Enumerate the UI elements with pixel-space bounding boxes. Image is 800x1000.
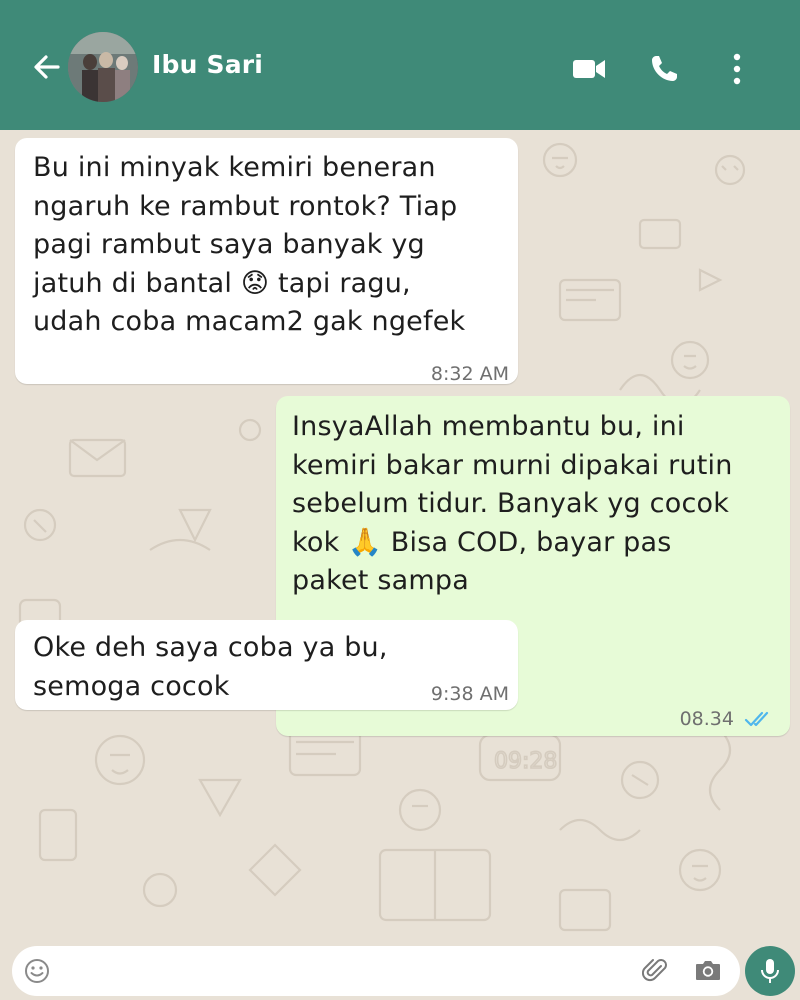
camera-icon[interactable] (694, 957, 722, 983)
more-vertical-icon[interactable] (727, 52, 747, 86)
message-time: 9:38 AM (430, 683, 509, 705)
message-bubble-incoming[interactable]: Bu ini minyak kemiri beneran ngaruh ke r… (15, 138, 518, 385)
message-bubble-incoming[interactable]: Oke deh saya coba ya bu, semoga cocok 9:… (15, 620, 518, 710)
contact-name[interactable]: Ibu Sari (152, 50, 263, 79)
paperclip-icon[interactable] (642, 956, 668, 984)
svg-text:09:28: 09:28 (494, 749, 557, 774)
message-input[interactable] (62, 952, 626, 994)
phone-icon[interactable] (649, 54, 679, 84)
microphone-icon (761, 959, 779, 983)
avatar[interactable] (68, 32, 138, 102)
chat-area[interactable]: 09:28 Bu ini minyak kemiri beneran ngaru… (0, 130, 800, 950)
message-time: 8:32 AM (430, 363, 509, 385)
message-text: Bu ini minyak kemiri beneran ngaruh ke r… (33, 152, 466, 338)
video-call-icon[interactable] (571, 56, 607, 82)
read-receipt-ticks-icon (744, 711, 769, 727)
back-arrow-icon[interactable] (30, 50, 64, 84)
emoji-icon[interactable] (24, 958, 50, 984)
message-text: InsyaAllah membantu bu, ini kemiri bakar… (292, 411, 733, 597)
chat-header: Ibu Sari (0, 0, 800, 130)
message-time: 08.34 (679, 708, 734, 730)
voice-message-button[interactable] (745, 946, 795, 996)
